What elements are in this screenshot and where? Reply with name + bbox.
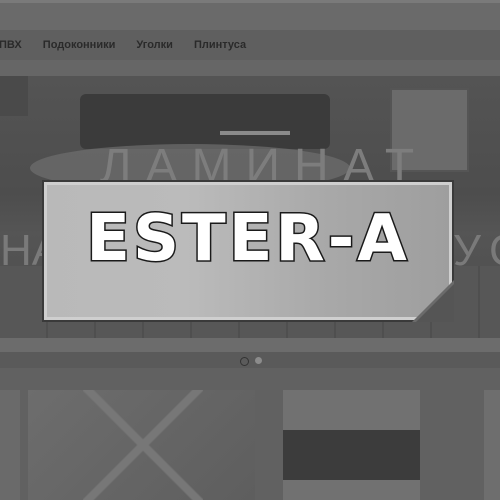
hero-title-bar [220, 131, 290, 135]
nav-shadow [0, 60, 500, 76]
product-card[interactable] [0, 390, 20, 500]
hero-bottom-strip [0, 338, 500, 352]
logo-text: ESTER-A [85, 201, 410, 278]
product-card[interactable] [484, 390, 500, 500]
nav-item-corners[interactable]: Уголки [136, 39, 173, 51]
hero-subtitle-right: УС [453, 226, 500, 275]
slider-pagination [0, 352, 500, 368]
product-grid [0, 368, 500, 500]
laminate-sample-image [283, 430, 420, 480]
slider-dot[interactable] [255, 357, 262, 364]
nav-item-window-sills[interactable]: Подоконники [43, 39, 116, 51]
main-nav: ПВХ Подоконники Уголки Плинтуса [0, 30, 500, 60]
top-bar [0, 0, 500, 30]
hero-plant-image [0, 76, 28, 116]
top-bar-line [0, 0, 500, 3]
ester-a-logo-badge: ESTER-A [42, 180, 454, 322]
nav-item-pvc[interactable]: ПВХ [0, 39, 22, 51]
parquet-pattern-image [83, 390, 203, 500]
corner-fold-shadow [416, 284, 454, 322]
product-card[interactable] [283, 390, 420, 500]
nav-item-skirting[interactable]: Плинтуса [194, 39, 246, 51]
product-card[interactable] [28, 390, 255, 500]
slider-dot-active[interactable] [240, 357, 249, 366]
